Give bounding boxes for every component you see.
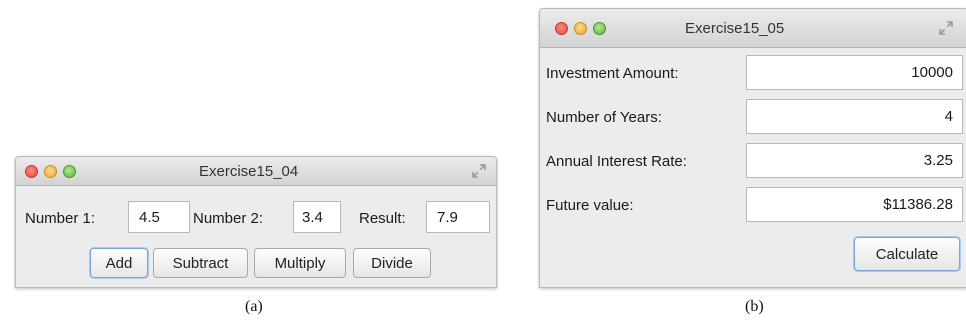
caption-a: (a): [245, 298, 263, 315]
fullscreen-icon[interactable]: [939, 21, 953, 35]
future-value-field[interactable]: $11386.28: [746, 187, 963, 222]
zoom-icon[interactable]: [593, 21, 606, 35]
result-label: Result:: [359, 210, 406, 227]
close-icon[interactable]: [555, 21, 568, 35]
window-controls: [555, 9, 606, 47]
add-button[interactable]: Add: [90, 248, 148, 278]
future-value-label: Future value:: [546, 197, 634, 214]
window-controls: [25, 157, 76, 185]
number2-field[interactable]: 3.4: [293, 201, 341, 233]
number1-field[interactable]: 4.5: [128, 201, 190, 233]
multiply-button[interactable]: Multiply: [254, 248, 346, 278]
calculate-button[interactable]: Calculate: [854, 237, 960, 271]
annual-interest-rate-field[interactable]: 3.25: [746, 143, 963, 178]
caption-b: (b): [745, 298, 764, 315]
window-title: Exercise15_05: [685, 19, 785, 37]
number1-label: Number 1:: [25, 210, 96, 227]
annual-interest-rate-label: Annual Interest Rate:: [546, 153, 687, 170]
number-of-years-field[interactable]: 4: [746, 99, 963, 134]
window-title: Exercise15_04: [199, 162, 299, 180]
zoom-icon[interactable]: [63, 164, 76, 178]
result-field[interactable]: 7.9: [426, 201, 490, 233]
investment-amount-field[interactable]: 10000: [746, 55, 963, 90]
minimize-icon[interactable]: [44, 164, 57, 178]
subtract-button[interactable]: Subtract: [153, 248, 248, 278]
number-of-years-label: Number of Years:: [546, 109, 662, 126]
title-bar: Exercise15_05: [540, 9, 966, 48]
close-icon[interactable]: [25, 164, 38, 178]
investment-amount-label: Investment Amount:: [546, 65, 679, 82]
divide-button[interactable]: Divide: [353, 248, 431, 278]
title-bar: Exercise15_04: [16, 157, 496, 186]
fullscreen-icon[interactable]: [472, 164, 486, 178]
exercise15-05-window: Exercise15_05 Investment Amount: 10000 N…: [539, 8, 966, 288]
minimize-icon[interactable]: [574, 21, 587, 35]
exercise15-04-window: Exercise15_04 Number 1: 4.5 Number 2: 3.…: [15, 156, 497, 288]
number2-label: Number 2:: [193, 210, 264, 227]
